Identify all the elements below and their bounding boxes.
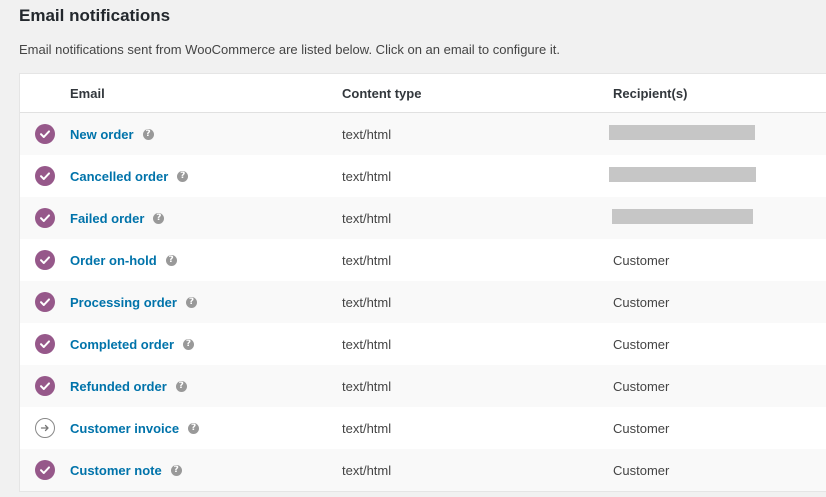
status-cell xyxy=(20,124,70,144)
table-header-row: Email Content type Recipient(s) xyxy=(20,74,826,113)
email-link[interactable]: Order on-hold xyxy=(70,253,157,268)
status-cell xyxy=(20,250,70,270)
recipient-cell xyxy=(609,167,826,185)
status-cell xyxy=(20,334,70,354)
status-cell xyxy=(20,166,70,186)
table-body: New order? text/html Cancelled order? text/… xyxy=(20,113,826,491)
redacted-recipient xyxy=(609,167,756,182)
arrow-right-circle-icon xyxy=(35,418,55,438)
help-icon[interactable]: ? xyxy=(183,338,195,350)
status-cell xyxy=(20,376,70,396)
content-type-cell: text/html xyxy=(342,126,392,142)
check-circle-icon xyxy=(35,334,55,354)
help-icon[interactable]: ? xyxy=(185,296,197,308)
email-link[interactable]: Refunded order xyxy=(70,379,167,394)
email-cell: Cancelled order? xyxy=(70,169,342,184)
email-cell: Customer invoice? xyxy=(70,421,342,436)
content-type-column-header: Content type xyxy=(342,85,422,101)
check-circle-icon xyxy=(35,166,55,186)
recipient-cell: Customer xyxy=(613,252,670,268)
redacted-recipient xyxy=(612,209,753,224)
status-cell xyxy=(20,418,70,438)
page-description: Email notifications sent from WooCommerc… xyxy=(19,42,560,57)
content-type-cell: text/html xyxy=(342,252,392,268)
table-row[interactable]: Processing order? text/html Customer xyxy=(20,281,826,323)
email-link[interactable]: Customer invoice xyxy=(70,421,179,436)
check-circle-icon xyxy=(35,208,55,228)
help-icon[interactable]: ? xyxy=(153,212,165,224)
email-column-header: Email xyxy=(70,85,105,101)
recipients-column-header: Recipient(s) xyxy=(613,85,688,101)
table-row[interactable]: Completed order? text/html Customer xyxy=(20,323,826,365)
status-cell xyxy=(20,292,70,312)
email-cell: Refunded order? xyxy=(70,379,342,394)
check-circle-icon xyxy=(35,460,55,480)
status-cell xyxy=(20,208,70,228)
table-row[interactable]: Customer note? text/html Customer xyxy=(20,449,826,491)
content-type-cell: text/html xyxy=(342,294,392,310)
table-row[interactable]: Cancelled order? text/html xyxy=(20,155,826,197)
table-row[interactable]: New order? text/html xyxy=(20,113,826,155)
email-cell: Completed order? xyxy=(70,337,342,352)
check-circle-icon xyxy=(35,124,55,144)
check-circle-icon xyxy=(35,292,55,312)
recipient-cell: Customer xyxy=(613,420,670,436)
page-title: Email notifications xyxy=(19,6,171,25)
recipient-cell: Customer xyxy=(613,378,670,394)
table-row[interactable]: Customer invoice? text/html Customer xyxy=(20,407,826,449)
email-cell: Order on-hold? xyxy=(70,253,342,268)
table-row[interactable]: Failed order? text/html xyxy=(20,197,826,239)
email-link[interactable]: Cancelled order xyxy=(70,169,168,184)
recipient-cell xyxy=(609,125,826,143)
email-cell: Processing order? xyxy=(70,295,342,310)
email-link[interactable]: Failed order xyxy=(70,211,144,226)
table-row[interactable]: Order on-hold? text/html Customer xyxy=(20,239,826,281)
email-cell: New order? xyxy=(70,127,342,142)
help-icon[interactable]: ? xyxy=(170,464,182,476)
help-icon[interactable]: ? xyxy=(142,128,154,140)
redacted-recipient xyxy=(609,125,755,140)
email-notifications-table: Email Content type Recipient(s) New orde… xyxy=(19,73,826,492)
status-cell xyxy=(20,460,70,480)
recipient-cell: Customer xyxy=(613,462,670,478)
recipient-cell xyxy=(612,209,826,227)
help-icon[interactable]: ? xyxy=(177,170,189,182)
email-link[interactable]: Customer note xyxy=(70,463,162,478)
check-circle-icon xyxy=(35,250,55,270)
content-type-cell: text/html xyxy=(342,462,392,478)
content-type-cell: text/html xyxy=(342,168,392,184)
email-cell: Customer note? xyxy=(70,463,342,478)
content-type-cell: text/html xyxy=(342,336,392,352)
email-link[interactable]: Completed order xyxy=(70,337,174,352)
help-icon[interactable]: ? xyxy=(175,380,187,392)
email-settings-page: Email notifications Email notifications … xyxy=(0,0,826,497)
email-cell: Failed order? xyxy=(70,211,342,226)
help-icon[interactable]: ? xyxy=(188,422,200,434)
check-circle-icon xyxy=(35,376,55,396)
content-type-cell: text/html xyxy=(342,420,392,436)
email-link[interactable]: New order xyxy=(70,127,134,142)
content-type-cell: text/html xyxy=(342,378,392,394)
recipient-cell: Customer xyxy=(613,336,670,352)
table-row[interactable]: Refunded order? text/html Customer xyxy=(20,365,826,407)
content-type-cell: text/html xyxy=(342,210,392,226)
recipient-cell: Customer xyxy=(613,294,670,310)
email-link[interactable]: Processing order xyxy=(70,295,177,310)
help-icon[interactable]: ? xyxy=(165,254,177,266)
